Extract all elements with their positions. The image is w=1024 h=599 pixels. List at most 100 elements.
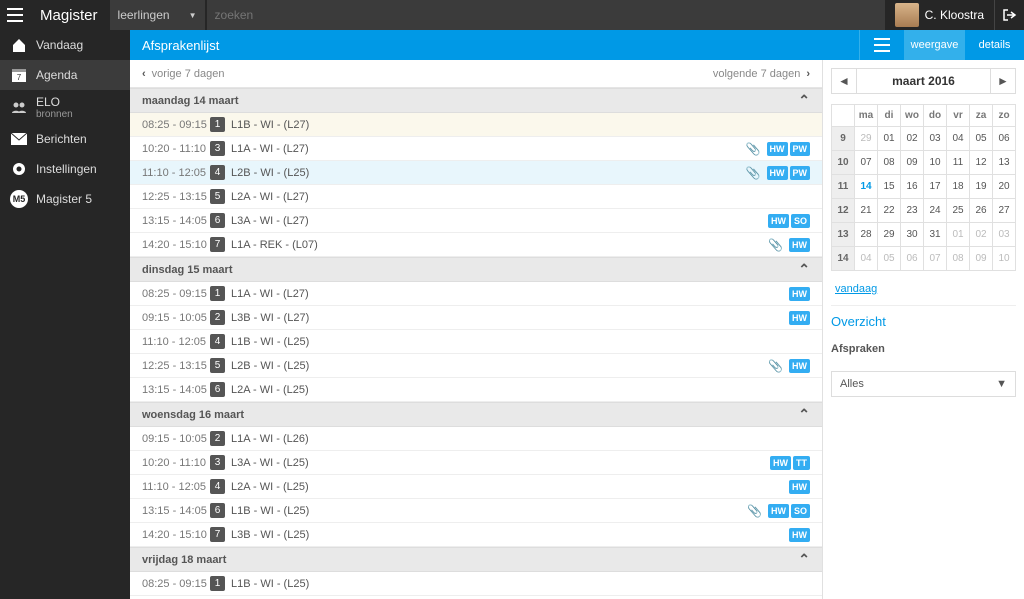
sidebar-item-magister5[interactable]: M5 Magister 5 (0, 184, 130, 214)
cal-day[interactable]: 07 (924, 247, 947, 271)
appointment-row[interactable]: 13:15 - 14:056L1B - WI - (L25)📎HWSO (130, 499, 822, 523)
day-header[interactable]: dinsdag 15 maart⌃ (130, 257, 822, 282)
appointment-row[interactable]: 11:10 - 12:054L2A - WI - (L25)HW (130, 475, 822, 499)
day-header[interactable]: woensdag 16 maart⌃ (130, 402, 822, 427)
sidebar-item-berichten[interactable]: Berichten (0, 124, 130, 154)
appointment-row[interactable]: 14:20 - 15:107L1A - REK - (L07)📎HW (130, 233, 822, 257)
appointment-row[interactable]: 08:25 - 09:151L1B - WI - (L25) (130, 572, 822, 596)
panel-toggle[interactable] (859, 30, 904, 60)
appointment-row[interactable]: 08:25 - 09:151L1A - WI - (L27)HW (130, 282, 822, 306)
sidebar-item-vandaag[interactable]: Vandaag (0, 30, 130, 60)
cal-day[interactable]: 25 (947, 199, 970, 223)
appointment-row[interactable]: 10:20 - 11:103L1A - WI - (L27)📎HWPW (130, 137, 822, 161)
cal-week[interactable]: 12 (832, 199, 855, 223)
appointment-time: 11:10 - 12:05 (142, 481, 210, 493)
day-header[interactable]: vrijdag 18 maart⌃ (130, 547, 822, 572)
cal-day[interactable]: 03 (924, 127, 947, 151)
appointment-row[interactable]: 13:15 - 14:056L3A - WI - (L27)HWSO (130, 209, 822, 233)
cal-day[interactable]: 08 (947, 247, 970, 271)
appointment-row[interactable]: 11:10 - 12:054L2B - WI - (L25)📎HWPW (130, 161, 822, 185)
cal-day[interactable]: 06 (901, 247, 924, 271)
next-week[interactable]: volgende 7 dagen › (713, 68, 810, 80)
appointment-time: 10:20 - 11:10 (142, 143, 210, 155)
cal-week[interactable]: 10 (832, 151, 855, 175)
tab-weergave[interactable]: weergave (904, 30, 964, 60)
cal-day[interactable]: 01 (878, 127, 901, 151)
day-name: dinsdag 15 maart (142, 264, 232, 276)
cal-day[interactable]: 17 (924, 175, 947, 199)
appointment-row[interactable]: 12:25 - 13:155L2B - WI - (L25)📎HW (130, 354, 822, 378)
cal-week[interactable]: 11 (832, 175, 855, 199)
cal-day[interactable]: 26 (970, 199, 993, 223)
cal-day[interactable]: 11 (947, 151, 970, 175)
cal-day[interactable]: 16 (901, 175, 924, 199)
appointment-time: 09:15 - 10:05 (142, 433, 210, 445)
cal-day[interactable]: 18 (947, 175, 970, 199)
attachment-icon: 📎 (747, 504, 762, 518)
cal-day[interactable]: 21 (855, 199, 878, 223)
day-header[interactable]: maandag 14 maart⌃ (130, 88, 822, 113)
mail-icon (10, 130, 28, 148)
cal-day[interactable]: 29 (855, 127, 878, 151)
cal-day[interactable]: 01 (947, 223, 970, 247)
cal-day[interactable]: 13 (993, 151, 1016, 175)
badge-hw: HW (768, 214, 789, 228)
cal-day[interactable]: 02 (901, 127, 924, 151)
cal-day[interactable]: 03 (993, 223, 1016, 247)
cal-day[interactable]: 04 (855, 247, 878, 271)
sidebar-item-instellingen[interactable]: Instellingen (0, 154, 130, 184)
cal-day[interactable]: 30 (901, 223, 924, 247)
appointment-row[interactable]: 08:25 - 09:151L1B - WI - (L27) (130, 113, 822, 137)
cal-day[interactable]: 08 (878, 151, 901, 175)
cal-day[interactable]: 19 (970, 175, 993, 199)
cal-day[interactable]: 15 (878, 175, 901, 199)
cal-day[interactable]: 20 (993, 175, 1016, 199)
cal-day[interactable]: 05 (878, 247, 901, 271)
user-menu[interactable]: C. Kloostra (885, 0, 994, 30)
cal-day[interactable]: 09 (901, 151, 924, 175)
appointment-row[interactable]: 09:15 - 10:052L3B - WI - (L27)HW (130, 306, 822, 330)
appointment-row[interactable]: 11:10 - 12:054L1B - WI - (L25) (130, 330, 822, 354)
cal-prev[interactable]: ◄ (831, 68, 857, 94)
appointment-row[interactable]: 10:20 - 11:103L3A - WI - (L25)HWTT (130, 451, 822, 475)
cal-day[interactable]: 12 (970, 151, 993, 175)
search-input[interactable] (215, 8, 877, 22)
cal-day[interactable]: 02 (970, 223, 993, 247)
period-badge: 5 (210, 358, 225, 373)
cal-day[interactable]: 04 (947, 127, 970, 151)
cal-day[interactable]: 29 (878, 223, 901, 247)
today-link[interactable]: vandaag (831, 281, 881, 297)
cal-day[interactable]: 31 (924, 223, 947, 247)
cal-day[interactable]: 05 (970, 127, 993, 151)
appointment-row[interactable]: 13:15 - 14:056L2A - WI - (L25) (130, 378, 822, 402)
appointment-time: 10:20 - 11:10 (142, 457, 210, 469)
appointment-row[interactable]: 14:20 - 15:107L3B - WI - (L25)HW (130, 523, 822, 547)
tab-details[interactable]: details (964, 30, 1024, 60)
appointment-row[interactable]: 12:25 - 13:155L2A - WI - (L27) (130, 185, 822, 209)
overview-filter[interactable]: Alles ▼ (831, 371, 1016, 397)
cal-day[interactable]: 23 (901, 199, 924, 223)
appointment-row[interactable]: 09:15 - 10:052L1A - WI - (L26) (130, 427, 822, 451)
cal-day[interactable]: 10 (924, 151, 947, 175)
cal-day[interactable]: 22 (878, 199, 901, 223)
cal-week[interactable]: 13 (832, 223, 855, 247)
menu-toggle[interactable] (0, 0, 30, 30)
cal-week[interactable]: 9 (832, 127, 855, 151)
cal-week[interactable]: 14 (832, 247, 855, 271)
cal-next[interactable]: ► (990, 68, 1016, 94)
cal-day[interactable]: 10 (993, 247, 1016, 271)
sidebar-item-label: Magister 5 (36, 192, 92, 206)
cal-day[interactable]: 14 (855, 175, 878, 199)
appointment-time: 14:20 - 15:10 (142, 529, 210, 541)
cal-day[interactable]: 09 (970, 247, 993, 271)
scope-dropdown[interactable]: leerlingen ▼ (110, 0, 205, 30)
signout-button[interactable] (994, 0, 1024, 30)
cal-day[interactable]: 07 (855, 151, 878, 175)
cal-day[interactable]: 28 (855, 223, 878, 247)
cal-day[interactable]: 06 (993, 127, 1016, 151)
sidebar-item-agenda[interactable]: 7 Agenda (0, 60, 130, 90)
cal-day[interactable]: 24 (924, 199, 947, 223)
sidebar-item-elo[interactable]: ELO bronnen (0, 90, 130, 124)
prev-week[interactable]: ‹ vorige 7 dagen (142, 68, 224, 80)
cal-day[interactable]: 27 (993, 199, 1016, 223)
